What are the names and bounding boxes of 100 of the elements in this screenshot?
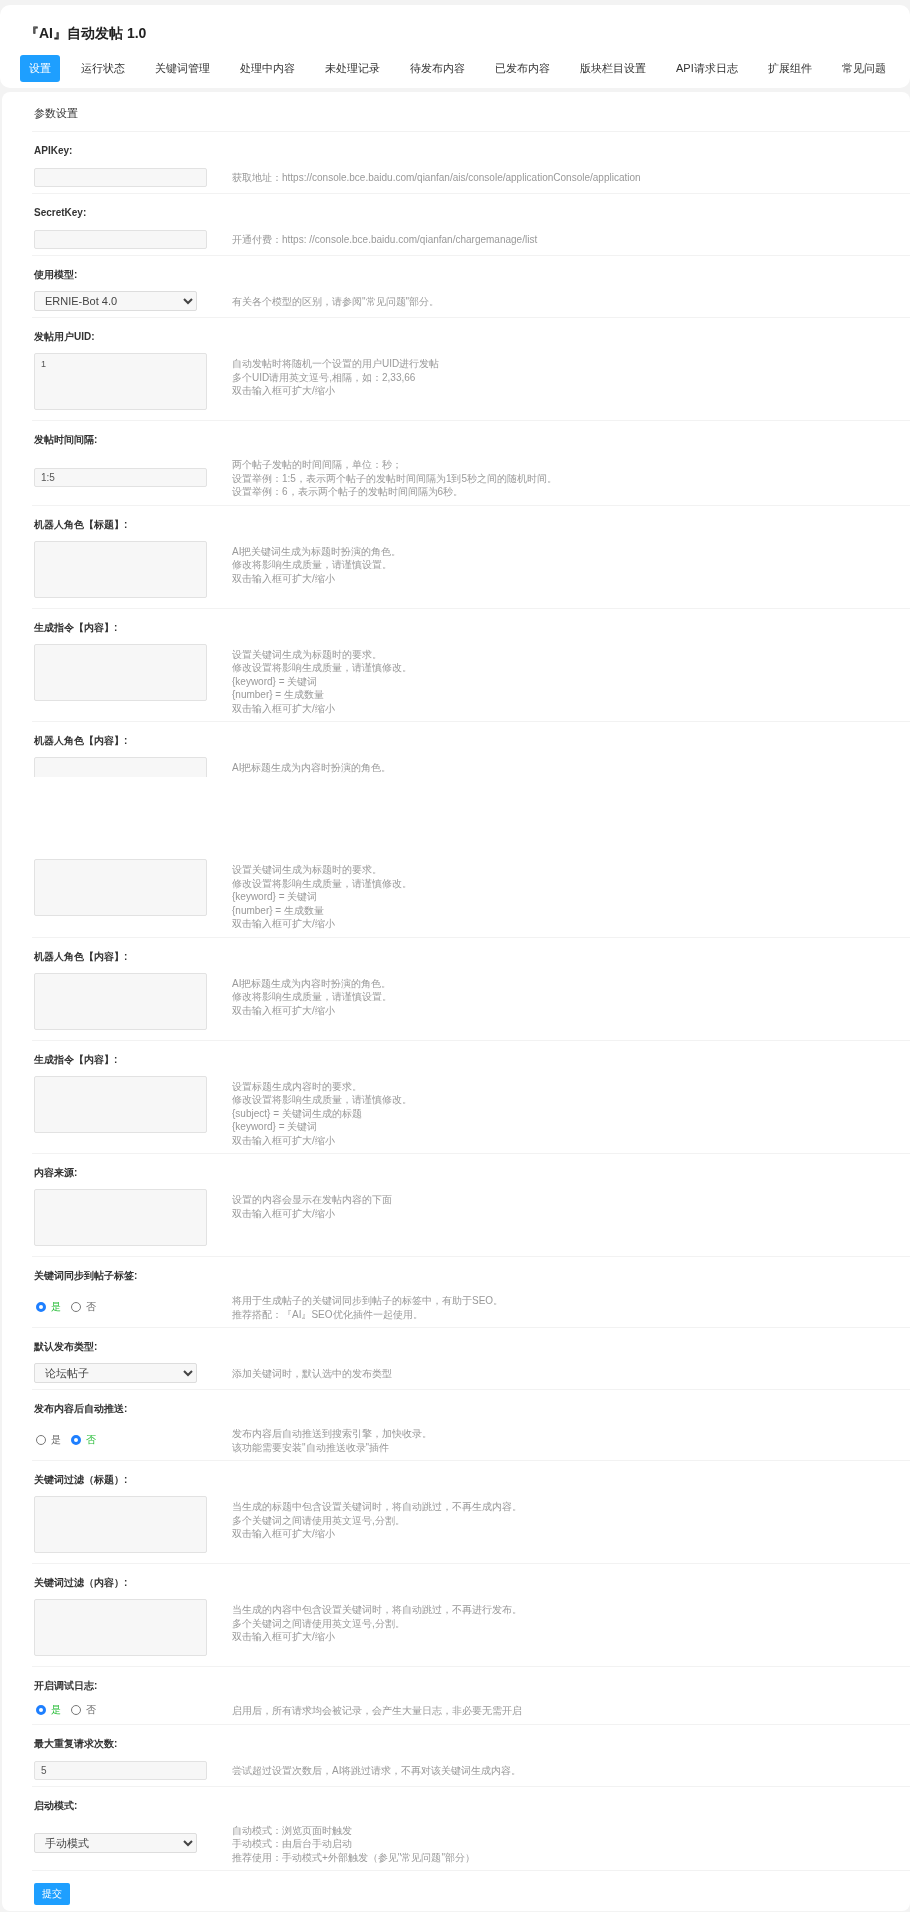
field-label: 发帖用户UID:: [34, 331, 96, 343]
radio-label[interactable]: 否: [86, 1702, 96, 1717]
tab[interactable]: 运行状态: [72, 55, 134, 82]
field-label: 生成指令【内容】:: [34, 621, 119, 634]
help-text: 当生成的内容中包含设置关键词时，将自动跳过，不再进行发布。: [232, 1603, 522, 1617]
help-text: AI把标题生成为内容时扮演的角色。: [232, 976, 392, 990]
field-label: 机器人角色【内容】:: [34, 950, 129, 963]
help-text: 该功能需要安装"自动推送收录"插件: [232, 1440, 391, 1454]
textarea-field[interactable]: [34, 1496, 207, 1553]
radio-button[interactable]: [71, 1434, 81, 1445]
help-text: 双击输入框可扩大/缩小: [232, 571, 336, 585]
field-label: 发布内容后自动推送:: [34, 1403, 129, 1415]
help-text: 多个关键词之间请使用英文逗号,分割。: [232, 1513, 406, 1527]
help-text: 手动模式：由后台手动启动: [232, 1837, 353, 1851]
help-text: 修改将影响生成质量，请谨慎设置。: [232, 990, 392, 1004]
input-field[interactable]: 1:5: [34, 468, 207, 488]
tab[interactable]: 关键词管理: [146, 55, 219, 82]
input-field[interactable]: 5: [34, 1760, 207, 1780]
radio-button[interactable]: [71, 1704, 81, 1715]
field-label: 默认发布类型:: [34, 1341, 99, 1353]
textarea-field[interactable]: [34, 643, 207, 701]
help-text: 推荐使用：手动模式+外部触发（参见"常见问题"部分）: [232, 1850, 475, 1864]
field-label: 使用模型:: [34, 269, 79, 281]
help-text: 双击输入框可扩大/缩小: [232, 1133, 336, 1147]
radio-button[interactable]: [36, 1301, 46, 1312]
help-text: 设置举例：1:5，表示两个帖子的发帖时间间隔为1到5秒之间的随机时间。: [232, 471, 558, 485]
field-label: 启动模式:: [34, 1799, 79, 1812]
field-label: 生成指令【内容】:: [34, 1053, 119, 1066]
tab[interactable]: 处理中内容: [231, 55, 304, 82]
help-text: 设置关键词生成为标题时的要求。: [232, 863, 383, 877]
tab[interactable]: 已发布内容: [486, 55, 559, 82]
tab[interactable]: 常见问题: [832, 55, 895, 82]
dropdown[interactable]: 论坛帖子: [34, 1363, 197, 1383]
field-label: 发帖时间间隔:: [34, 434, 99, 446]
tab[interactable]: 扩展组件: [758, 55, 821, 82]
help-text: {keyword} = 关键词: [232, 890, 319, 904]
textarea-field[interactable]: 1: [34, 353, 207, 410]
help-text: 设置举例：6，表示两个帖子的发帖时间间隔为6秒。: [232, 485, 465, 499]
help-text: 启用后，所有请求均会被记录，会产生大量日志，非必要无需开启: [232, 1704, 522, 1718]
help-text: AI把标题生成为内容时扮演的角色。: [232, 761, 392, 775]
field-label: 关键词过滤（标题）:: [34, 1474, 129, 1486]
help-text: 双击输入框可扩大/缩小: [232, 701, 336, 715]
help-text: 尝试超过设置次数后，AI将跳过请求，不再对该关键词生成内容。: [232, 1763, 522, 1778]
help-text: 设置的内容会显示在发帖内容的下面: [232, 1193, 392, 1207]
help-text: {keyword} = 关键词: [232, 1120, 319, 1134]
section-title: 参数设置: [32, 92, 910, 132]
help-text: 修改设置将影响生成质量，请谨慎修改。: [232, 1093, 412, 1107]
help-text: 修改设置将影响生成质量，请谨慎修改。: [232, 876, 412, 890]
textarea-field[interactable]: [34, 1075, 207, 1133]
dropdown[interactable]: ERNIE-Bot 4.0: [34, 291, 197, 311]
help-text: 两个帖子发帖的时间间隔，单位：秒；: [232, 458, 403, 472]
help-text: 添加关键词时，默认选中的发布类型: [232, 1367, 392, 1381]
help-text: {number} = 生成数量: [232, 688, 325, 702]
help-text: 多个UID请用英文逗号,相隔，如：2,33,66: [232, 370, 417, 384]
field-label: 关键词过滤（内容）:: [34, 1577, 129, 1589]
help-text: {number} = 生成数量: [232, 903, 325, 917]
dropdown[interactable]: 手动模式: [34, 1832, 197, 1853]
help-text: 双击输入框可扩大/缩小: [232, 1206, 336, 1220]
help-text: 修改将影响生成质量，请谨慎设置。: [232, 558, 393, 572]
field-label: 机器人角色【标题】:: [34, 518, 129, 531]
help-text: 有关各个模型的区别，请参阅"常见问题"部分。: [232, 295, 440, 309]
help-text: 发布内容后自动推送到搜索引擎，加快收录。: [232, 1427, 432, 1441]
tab[interactable]: 版块栏目设置: [571, 55, 655, 82]
help-text: 修改设置将影响生成质量，请谨慎修改。: [232, 661, 412, 675]
radio-label[interactable]: 否: [86, 1299, 96, 1314]
radio-button[interactable]: [71, 1301, 81, 1312]
help-text: 双击输入框可扩大/缩小: [232, 1003, 336, 1017]
textarea-field[interactable]: [34, 1599, 207, 1656]
tab[interactable]: 未处理记录: [316, 55, 389, 82]
radio-label[interactable]: 是: [51, 1432, 61, 1447]
textarea-field[interactable]: [34, 1189, 207, 1246]
radio-button[interactable]: [36, 1704, 46, 1715]
help-text: 双击输入框可扩大/缩小: [232, 917, 336, 931]
input-field[interactable]: [34, 168, 207, 187]
help-text: 多个关键词之间请使用英文逗号,分割。: [232, 1616, 406, 1630]
field-label: 内容来源:: [34, 1167, 79, 1179]
tab[interactable]: 待发布内容: [401, 55, 474, 82]
help-text: 当生成的标题中包含设置关键词时，将自动跳过，不再生成内容。: [232, 1500, 522, 1514]
help-text: 双击输入框可扩大/缩小: [232, 384, 336, 398]
textarea-field[interactable]: [34, 540, 207, 598]
help-text: AI把关键词生成为标题时扮演的角色。: [232, 544, 402, 558]
field-label: 机器人角色【内容】:: [34, 735, 129, 747]
textarea-field[interactable]: [34, 972, 207, 1030]
help-text: 设置关键词生成为标题时的要求。: [232, 647, 383, 661]
field-label: 开启调试日志:: [34, 1680, 99, 1692]
radio-button[interactable]: [36, 1434, 46, 1445]
help-text: 自动模式：浏览页面时触发: [232, 1823, 353, 1837]
help-text: 开通付费：https: //console.bce.baidu.com/qianfan/chargemanage/list: [232, 233, 538, 247]
textarea-field[interactable]: [34, 859, 207, 916]
field-label: 最大重复请求次数:: [34, 1737, 119, 1750]
help-text: 设置标题生成内容时的要求。: [232, 1079, 363, 1093]
help-text: 获取地址：https://console.bce.baidu.com/qianfan/ais/console/applicationConsole/application: [232, 171, 641, 185]
field-label: 关键词同步到帖子标签:: [34, 1270, 139, 1282]
input-field[interactable]: [34, 230, 207, 249]
tab[interactable]: API请求日志: [667, 55, 747, 82]
help-text: {keyword} = 关键词: [232, 674, 319, 688]
help-text: 双击输入框可扩大/缩小: [232, 1527, 336, 1541]
help-text: 将用于生成帖子的关键词同步到帖子的标签中，有助于SEO。: [232, 1294, 504, 1308]
help-text: {subject} = 关键词生成的标题: [232, 1106, 363, 1120]
field-label: APIKey:: [34, 145, 74, 157]
